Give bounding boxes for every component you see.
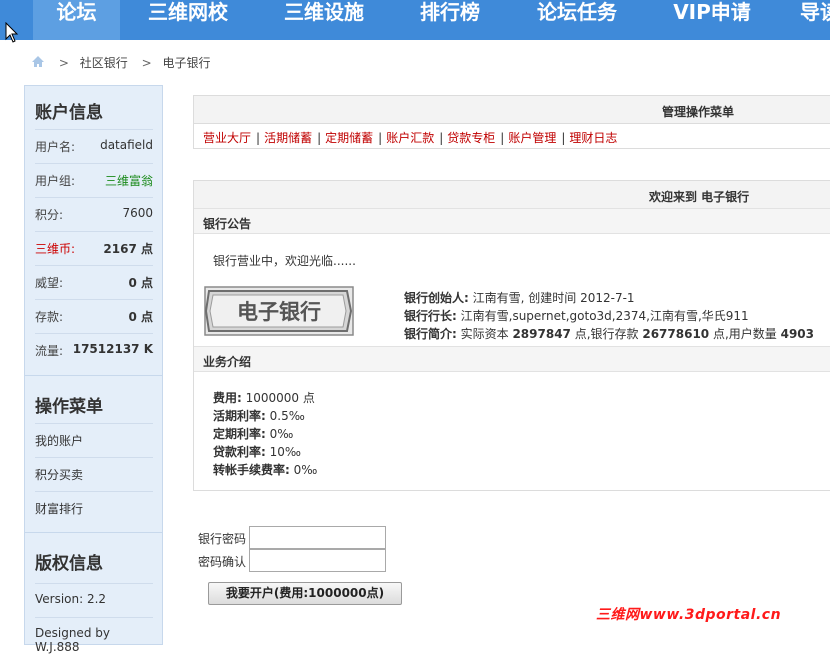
link-lobby[interactable]: 营业大厅	[203, 131, 251, 145]
open-account-button[interactable]: 我要开户(费用:1000000点)	[208, 582, 402, 605]
copyright-designer-row: Designed by W.J.888	[35, 617, 153, 654]
sidebar-item-wealth-ranking[interactable]: 财富排行	[35, 491, 153, 525]
intro-line: 银行简介: 实际资本 2897847 点,银行存款 26778610 点,用户数…	[404, 327, 815, 341]
governor-line: 银行行长: 江南有雪,supernet,goto3d,2374,江南有雪,华氏9…	[404, 307, 749, 324]
account-value: 17512137 K	[72, 342, 153, 356]
governor-label: 银行行长:	[404, 309, 457, 323]
sidebar-item-label: 财富排行	[35, 502, 84, 516]
breadcrumb: > 社区银行 > 电子银行	[31, 54, 210, 72]
users-value: 4903	[780, 327, 815, 341]
password-label: 银行密码	[198, 532, 247, 546]
account-value: datafield	[100, 138, 153, 152]
governor-value: 江南有雪,supernet,goto3d,2374,江南有雪,华氏911	[456, 309, 749, 323]
copyright-designer: Designed by W.J.888	[35, 626, 110, 654]
sidebar-divider	[25, 375, 162, 376]
notice-heading: 银行公告	[203, 217, 252, 231]
top-nav: 论坛 三维网校 三维设施 排行榜 论坛任务 VIP申请 导读	[0, 0, 830, 40]
notice-text: 银行营业中，欢迎光临......	[213, 254, 356, 268]
nav-item-tasks[interactable]: 论坛任务	[527, 0, 627, 40]
link-account-manage[interactable]: 账户管理	[508, 131, 556, 145]
manage-panel-header: 管理操作菜单	[194, 96, 830, 124]
svg-text:电子银行: 电子银行	[237, 300, 321, 324]
site-watermark: 三维网www.3dportal.cn	[596, 607, 782, 623]
home-icon[interactable]	[31, 55, 45, 71]
account-label: 流量:	[35, 344, 64, 358]
breadcrumb-item-community-bank[interactable]: 社区银行	[80, 54, 128, 71]
account-info-title: 账户信息	[35, 103, 103, 123]
founder-line: 银行创始人: 江南有雪, 创建时间 2012-7-1	[404, 289, 635, 306]
founder-label: 银行创始人:	[404, 291, 469, 305]
nav-item-school[interactable]: 三维网校	[138, 0, 238, 40]
founder-value: 江南有雪, 创建时间 2012-7-1	[468, 291, 635, 305]
biz-fixed-rate: 定期利率: 0‰	[213, 427, 294, 441]
account-value: 7600	[122, 206, 153, 220]
account-label: 用户名:	[35, 140, 76, 154]
account-row-username: 用户名: datafield	[35, 129, 153, 163]
account-value: 0 点	[128, 310, 153, 324]
business-section-header: 业务介绍	[194, 346, 830, 372]
mouse-cursor-icon	[5, 22, 19, 43]
biz-loan-rate: 贷款利率: 10‰	[213, 445, 301, 459]
nav-item-ranking[interactable]: 排行榜	[410, 0, 490, 40]
link-loans[interactable]: 贷款专柜	[447, 131, 495, 145]
deposits-value: 26778610	[642, 327, 710, 341]
intro-label: 银行简介:	[404, 327, 457, 341]
account-label: 用户组:	[35, 174, 76, 188]
account-value: 三维富翁	[104, 174, 153, 188]
copyright-version-row: Version: 2.2	[35, 583, 153, 617]
account-row-coins: 三维币: 2167 点	[35, 231, 153, 265]
sidebar-item-my-account[interactable]: 我的账户	[35, 423, 153, 457]
nav-item-facilities[interactable]: 三维设施	[274, 0, 374, 40]
copyright-title: 版权信息	[35, 554, 103, 574]
confirm-label: 密码确认	[198, 555, 247, 569]
account-label: 存款:	[35, 310, 64, 324]
breadcrumb-separator: >	[58, 55, 69, 70]
account-label: 威望:	[35, 276, 64, 290]
nav-item-vip[interactable]: VIP申请	[664, 0, 760, 40]
welcome-panel: 欢迎来到 电子银行 银行公告 银行营业中，欢迎光临...... 电子银行 银行创…	[193, 180, 830, 491]
business-heading: 业务介绍	[203, 355, 252, 369]
breadcrumb-separator: >	[141, 55, 152, 70]
nav-item-guide[interactable]: 导读	[800, 0, 830, 40]
password-confirm-input[interactable]	[249, 549, 386, 572]
biz-transfer-fee: 转帐手续费率: 0‰	[213, 463, 318, 477]
account-row-prestige: 威望: 0 点	[35, 265, 153, 299]
manage-panel: 管理操作菜单 营业大厅 | 活期储蓄 | 定期储蓄 | 账户汇款 | 贷款专柜 | 账户管理 | 理财日…	[193, 95, 830, 149]
sidebar-item-label: 我的账户	[35, 434, 84, 448]
link-finance-log[interactable]: 理财日志	[569, 131, 617, 145]
bank-password-input[interactable]	[249, 526, 386, 549]
sidebar-item-label: 积分买卖	[35, 468, 84, 482]
link-fixed-savings[interactable]: 定期储蓄	[325, 131, 373, 145]
account-value: 0 点	[128, 276, 153, 290]
manage-links: 营业大厅 | 活期储蓄 | 定期储蓄 | 账户汇款 | 贷款专柜 | 账户管理 | 理财日志	[203, 131, 618, 145]
biz-fee: 费用: 1000000 点	[213, 391, 315, 405]
account-row-points: 积分: 7600	[35, 197, 153, 231]
bank-logo: 电子银行	[204, 286, 354, 336]
breadcrumb-item-e-bank[interactable]: 电子银行	[162, 54, 210, 71]
link-demand-savings[interactable]: 活期储蓄	[264, 131, 312, 145]
account-row-deposit: 存款: 0 点	[35, 299, 153, 333]
copyright-version: Version: 2.2	[35, 592, 107, 606]
account-label: 积分:	[35, 208, 64, 222]
account-label: 三维币:	[35, 242, 76, 256]
sidebar-divider	[25, 532, 162, 533]
manage-panel-title: 管理操作菜单	[662, 105, 735, 119]
biz-demand-rate: 活期利率: 0.5‰	[213, 409, 305, 423]
account-row-group: 用户组: 三维富翁	[35, 163, 153, 197]
sidebar-item-points-trade[interactable]: 积分买卖	[35, 457, 153, 491]
ops-menu-title: 操作菜单	[35, 397, 103, 417]
capital-value: 2897847	[512, 327, 571, 341]
nav-item-forum[interactable]: 论坛	[33, 0, 120, 40]
notice-section-header: 银行公告	[194, 208, 830, 234]
account-value: 2167 点	[103, 242, 153, 256]
account-row-traffic: 流量: 17512137 K	[35, 333, 153, 367]
sidebar: 账户信息 用户名: datafield 用户组: 三维富翁 积分: 7600 三…	[24, 85, 163, 654]
link-remittance[interactable]: 账户汇款	[386, 131, 434, 145]
welcome-panel-header: 欢迎来到 电子银行	[194, 181, 830, 209]
welcome-title: 欢迎来到 电子银行	[649, 190, 750, 204]
